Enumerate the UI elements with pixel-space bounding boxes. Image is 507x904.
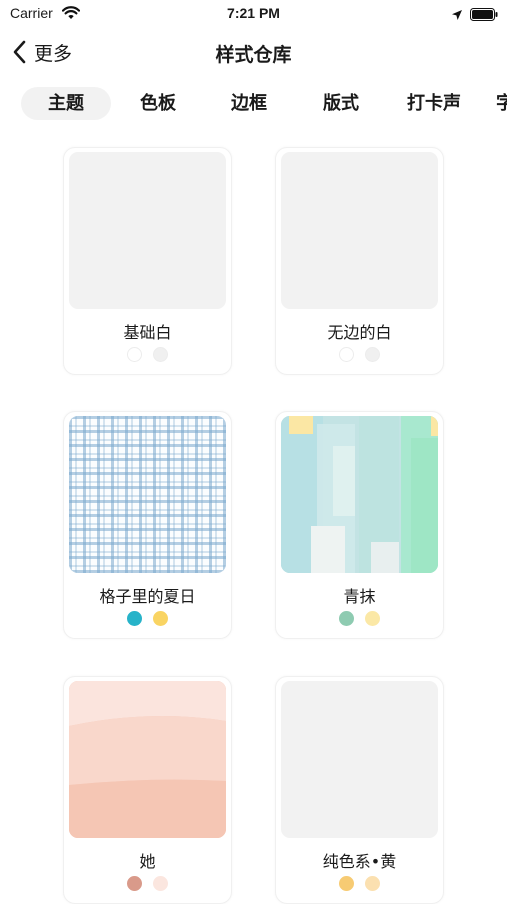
tab-border[interactable]: 边框 [217,87,281,120]
theme-name: 无边的白 [327,323,392,342]
color-swatches [64,876,231,891]
color-swatch [127,347,142,362]
color-swatch [127,876,142,891]
tab-theme[interactable]: 主题 [21,87,111,120]
color-swatch [365,876,380,891]
color-swatches [276,611,443,626]
color-swatch [127,611,142,626]
battery-icon [470,6,498,25]
color-swatches [64,347,231,362]
color-swatch [365,611,380,626]
color-swatches [276,347,443,362]
theme-thumbnail [69,681,226,838]
page-title: 样式仓库 [215,44,292,66]
theme-thumbnail [69,416,226,573]
theme-name: 纯色系•黄 [322,852,397,871]
theme-thumbnail [281,416,438,573]
back-label: 更多 [34,42,73,65]
tab-checkin-sound[interactable]: 打卡声 [402,87,466,120]
theme-card[interactable]: 纯色系•黄 [275,676,444,904]
theme-card[interactable]: 无边的白 [275,147,444,375]
theme-thumbnail [281,681,438,838]
location-arrow-icon [451,6,463,25]
category-tabs: 主题 色板 边框 版式 打卡声 字 [0,84,507,124]
color-swatches [276,876,443,891]
color-swatch [339,347,354,362]
theme-card[interactable]: 青抹 [275,411,444,639]
color-swatch [365,347,380,362]
theme-name: 基础白 [123,323,172,342]
chevron-left-icon [12,40,26,64]
status-bar: Carrier 7:21 PM [0,0,507,28]
theme-card[interactable]: 她 [63,676,232,904]
theme-name: 青抹 [343,587,376,606]
theme-card[interactable]: 基础白 [63,147,232,375]
theme-name: 格子里的夏日 [99,587,196,606]
back-button[interactable]: 更多 [12,38,72,66]
color-swatch [339,876,354,891]
theme-card[interactable]: 格子里的夏日 [63,411,232,639]
tab-layout[interactable]: 版式 [309,87,373,120]
color-swatch [339,611,354,626]
color-swatches [64,611,231,626]
theme-name: 她 [139,852,156,871]
color-swatch [153,876,168,891]
nav-bar: 更多 样式仓库 [0,30,507,74]
color-swatch [153,347,168,362]
color-swatch [153,611,168,626]
theme-thumbnail [281,152,438,309]
tab-font[interactable]: 字 [496,87,507,120]
tab-palette[interactable]: 色板 [126,87,190,120]
status-time: 7:21 PM [227,5,280,21]
theme-thumbnail [69,152,226,309]
